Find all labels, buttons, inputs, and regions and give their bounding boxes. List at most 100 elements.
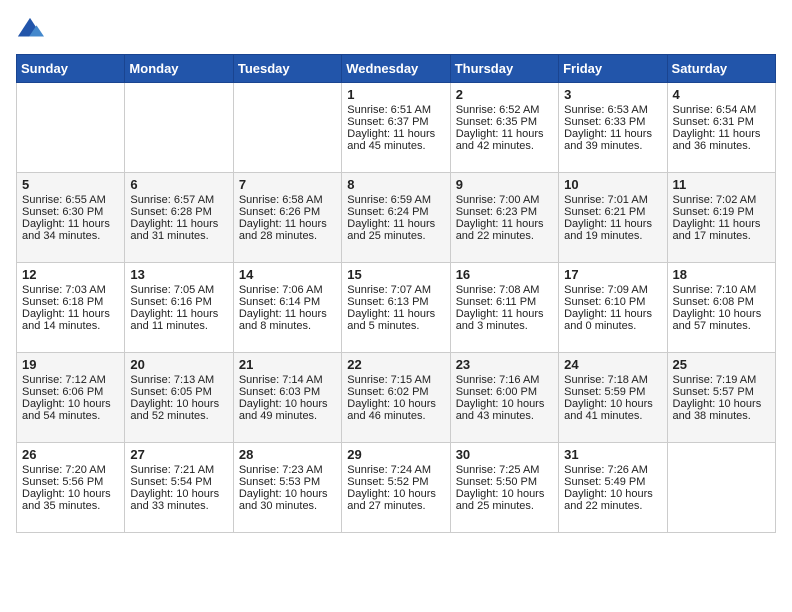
day-info-line: Sunrise: 6:55 AM xyxy=(22,194,119,206)
day-info-line: Sunset: 5:52 PM xyxy=(347,476,444,488)
day-info-line: Daylight: 10 hours and 49 minutes. xyxy=(239,398,336,422)
calendar-cell: 31Sunrise: 7:26 AMSunset: 5:49 PMDayligh… xyxy=(559,443,667,533)
day-info-line: Sunrise: 7:12 AM xyxy=(22,374,119,386)
calendar-cell: 26 Sunrise: 7:20 AMSunset: 5:56 PMDayligh… xyxy=(17,443,125,533)
day-header-thursday: Thursday xyxy=(450,55,558,83)
day-info-line: Daylight: 11 hours and 14 minutes. xyxy=(22,308,119,332)
day-number: 2 xyxy=(456,87,553,102)
day-info-line: Sunrise: 7:21 AM xyxy=(130,464,227,476)
day-info-line: Sunset: 6:33 PM xyxy=(564,116,661,128)
day-info-line: Sunrise: 7:16 AM xyxy=(456,374,553,386)
day-number: 19 xyxy=(22,357,119,372)
day-info-line: Sunrise: 7:07 AM xyxy=(347,284,444,296)
day-info-line: Daylight: 10 hours and 46 minutes. xyxy=(347,398,444,422)
day-info-line: Sunset: 6:13 PM xyxy=(347,296,444,308)
day-info-line: Sunrise: 6:53 AM xyxy=(564,104,661,116)
calendar-cell: 9Sunrise: 7:00 AMSunset: 6:23 PMDaylight… xyxy=(450,173,558,263)
day-info-line: Sunrise: 6:52 AM xyxy=(456,104,553,116)
calendar-cell: 10Sunrise: 7:01 AMSunset: 6:21 PMDayligh… xyxy=(559,173,667,263)
day-number: 9 xyxy=(456,177,553,192)
calendar-cell: 16Sunrise: 7:08 AMSunset: 6:11 PMDayligh… xyxy=(450,263,558,353)
day-info-line: Sunset: 6:30 PM xyxy=(22,206,119,218)
calendar-cell: 11Sunrise: 7:02 AMSunset: 6:19 PMDayligh… xyxy=(667,173,775,263)
day-number: 1 xyxy=(347,87,444,102)
calendar-cell: 3Sunrise: 6:53 AMSunset: 6:33 PMDaylight… xyxy=(559,83,667,173)
day-number: 16 xyxy=(456,267,553,282)
day-info-line: Daylight: 11 hours and 11 minutes. xyxy=(130,308,227,332)
calendar-cell: 4 Sunrise: 6:54 AMSunset: 6:31 PMDaylight… xyxy=(667,83,775,173)
day-info-line: Sunset: 5:56 PM xyxy=(22,476,119,488)
day-number: 4 xyxy=(673,87,770,102)
day-info-line: Daylight: 10 hours and 38 minutes. xyxy=(673,398,770,422)
day-info-line: Sunset: 6:14 PM xyxy=(239,296,336,308)
calendar-cell: 6Sunrise: 6:57 AMSunset: 6:28 PMDaylight… xyxy=(125,173,233,263)
day-info-line: Sunrise: 7:10 AM xyxy=(673,284,770,296)
day-info-line: Sunrise: 7:05 AM xyxy=(130,284,227,296)
calendar-cell: 13Sunrise: 7:05 AMSunset: 6:16 PMDayligh… xyxy=(125,263,233,353)
calendar-cell: 8Sunrise: 6:59 AMSunset: 6:24 PMDaylight… xyxy=(342,173,450,263)
day-number: 21 xyxy=(239,357,336,372)
calendar-cell: 5 Sunrise: 6:55 AMSunset: 6:30 PMDaylight… xyxy=(17,173,125,263)
day-number: 26 xyxy=(22,447,119,462)
day-number: 13 xyxy=(130,267,227,282)
day-info-line: Sunrise: 6:58 AM xyxy=(239,194,336,206)
day-number: 22 xyxy=(347,357,444,372)
calendar-cell: 1 Sunrise: 6:51 AMSunset: 6:37 PMDaylight… xyxy=(342,83,450,173)
day-number: 5 xyxy=(22,177,119,192)
day-number: 18 xyxy=(673,267,770,282)
day-info-line: Daylight: 11 hours and 5 minutes. xyxy=(347,308,444,332)
day-info-line: Sunset: 6:10 PM xyxy=(564,296,661,308)
day-info-line: Sunset: 6:03 PM xyxy=(239,386,336,398)
day-info-line: Sunrise: 6:51 AM xyxy=(347,104,444,116)
day-header-friday: Friday xyxy=(559,55,667,83)
day-info-line: Sunrise: 7:08 AM xyxy=(456,284,553,296)
calendar-week-2: 5Sunrise: 6:55 AMSunset: 6:30 PMDaylight… xyxy=(17,173,776,263)
day-info-line: Sunset: 6:37 PM xyxy=(347,116,444,128)
day-info-line: Daylight: 11 hours and 0 minutes. xyxy=(564,308,661,332)
day-info-line: Sunset: 6:26 PM xyxy=(239,206,336,218)
day-info-line: Daylight: 10 hours and 35 minutes. xyxy=(22,488,119,512)
day-number: 10 xyxy=(564,177,661,192)
day-info-line: Daylight: 11 hours and 22 minutes. xyxy=(456,218,553,242)
day-info-line: Sunset: 6:08 PM xyxy=(673,296,770,308)
calendar-cell: 29Sunrise: 7:24 AMSunset: 5:52 PMDayligh… xyxy=(342,443,450,533)
day-info-line: Daylight: 10 hours and 25 minutes. xyxy=(456,488,553,512)
day-number: 8 xyxy=(347,177,444,192)
calendar-cell: 2Sunrise: 6:52 AMSunset: 6:35 PMDaylight… xyxy=(450,83,558,173)
day-info-line: Daylight: 11 hours and 42 minutes. xyxy=(456,128,553,152)
day-number: 12 xyxy=(22,267,119,282)
day-number: 29 xyxy=(347,447,444,462)
calendar-cell: 28Sunrise: 7:23 AMSunset: 5:53 PMDayligh… xyxy=(233,443,341,533)
day-number: 14 xyxy=(239,267,336,282)
day-info-line: Sunset: 6:19 PM xyxy=(673,206,770,218)
calendar-cell: 7Sunrise: 6:58 AMSunset: 6:26 PMDaylight… xyxy=(233,173,341,263)
calendar-cell: 30Sunrise: 7:25 AMSunset: 5:50 PMDayligh… xyxy=(450,443,558,533)
day-info-line: Daylight: 11 hours and 45 minutes. xyxy=(347,128,444,152)
calendar-cell: 21 Sunrise: 7:14 AMSunset: 6:03 PMDayligh… xyxy=(233,353,341,443)
day-info-line: Sunset: 6:24 PM xyxy=(347,206,444,218)
day-number: 25 xyxy=(673,357,770,372)
calendar-cell xyxy=(17,83,125,173)
day-info-line: Daylight: 11 hours and 8 minutes. xyxy=(239,308,336,332)
day-info-line: Sunrise: 7:00 AM xyxy=(456,194,553,206)
day-number: 17 xyxy=(564,267,661,282)
calendar-cell xyxy=(233,83,341,173)
day-info-line: Sunset: 6:31 PM xyxy=(673,116,770,128)
day-info-line: Daylight: 11 hours and 28 minutes. xyxy=(239,218,336,242)
day-info-line: Daylight: 10 hours and 22 minutes. xyxy=(564,488,661,512)
day-info-line: Daylight: 10 hours and 43 minutes. xyxy=(456,398,553,422)
day-info-line: Sunrise: 7:13 AM xyxy=(130,374,227,386)
day-info-line: Daylight: 11 hours and 36 minutes. xyxy=(673,128,770,152)
day-info-line: Sunrise: 7:20 AM xyxy=(22,464,119,476)
page-header xyxy=(16,16,776,44)
day-header-saturday: Saturday xyxy=(667,55,775,83)
day-info-line: Daylight: 11 hours and 34 minutes. xyxy=(22,218,119,242)
calendar-table: SundayMondayTuesdayWednesdayThursdayFrid… xyxy=(16,54,776,533)
day-info-line: Sunset: 6:05 PM xyxy=(130,386,227,398)
day-info-line: Sunrise: 6:57 AM xyxy=(130,194,227,206)
day-info-line: Sunrise: 7:14 AM xyxy=(239,374,336,386)
day-number: 31 xyxy=(564,447,661,462)
day-info-line: Sunrise: 6:54 AM xyxy=(673,104,770,116)
calendar-week-5: 26Sunrise: 7:20 AMSunset: 5:56 PMDayligh… xyxy=(17,443,776,533)
day-info-line: Sunrise: 7:26 AM xyxy=(564,464,661,476)
